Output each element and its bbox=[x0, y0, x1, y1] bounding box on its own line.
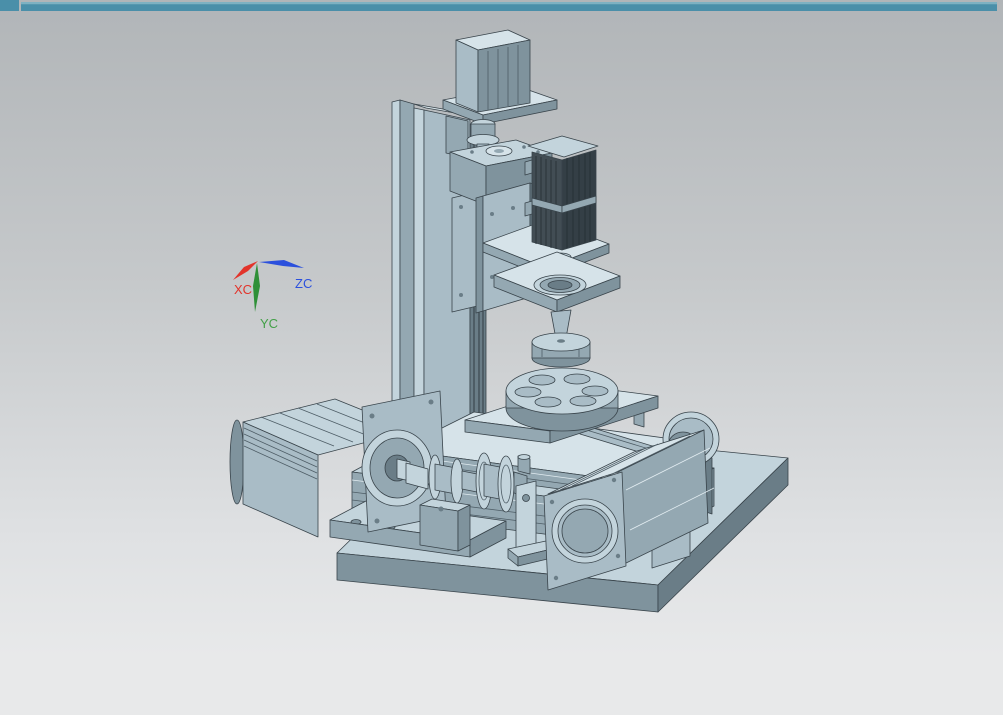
fixture-hole bbox=[534, 396, 562, 408]
fixture-hole bbox=[528, 374, 556, 386]
coupling-disc bbox=[450, 458, 464, 504]
screw-hole bbox=[459, 205, 463, 209]
cad-viewport[interactable]: XC YC ZC bbox=[0, 0, 1003, 715]
motor-side bbox=[477, 39, 531, 113]
bolt-hole bbox=[522, 145, 526, 149]
fixture-hole bbox=[563, 373, 591, 385]
pillow-block-side bbox=[457, 504, 471, 552]
bolt-hole bbox=[490, 212, 494, 216]
face-bolt bbox=[611, 477, 617, 483]
face-bolt bbox=[615, 553, 621, 559]
wheel-hub bbox=[557, 339, 565, 343]
face-bolt bbox=[553, 575, 559, 581]
bolt-hole bbox=[511, 206, 515, 210]
face-bolt bbox=[549, 499, 555, 505]
fixture-hole bbox=[569, 395, 597, 407]
endbell-face bbox=[561, 508, 609, 554]
bolt-hole bbox=[490, 275, 494, 279]
fixture-hole bbox=[581, 385, 609, 397]
bracket-hole bbox=[522, 494, 530, 502]
screw-hole bbox=[459, 293, 463, 297]
bolt-hole bbox=[470, 150, 474, 154]
coupling-disc bbox=[497, 455, 515, 513]
fixture-hole bbox=[514, 386, 542, 398]
stud-top bbox=[517, 454, 531, 460]
motor-ear bbox=[524, 200, 533, 217]
block-hole bbox=[438, 506, 444, 512]
wcs-triad[interactable]: XC YC ZC bbox=[233, 260, 312, 331]
shaft-segment bbox=[461, 470, 478, 493]
motor-endcap bbox=[229, 419, 245, 505]
flange-hole bbox=[428, 399, 434, 405]
x-axis-arrow[interactable] bbox=[233, 261, 258, 280]
x-axis-label: XC bbox=[234, 282, 252, 297]
flange-hole bbox=[369, 413, 375, 419]
cad-application-window: XC YC ZC bbox=[0, 0, 1003, 715]
z-axis-arrow[interactable] bbox=[259, 260, 304, 268]
bracket-edge bbox=[475, 195, 484, 314]
spindle-bearing-bore bbox=[547, 280, 573, 290]
bearing-bore bbox=[494, 149, 504, 153]
y-axis-label: YC bbox=[260, 316, 278, 331]
z-axis-label: ZC bbox=[295, 276, 312, 291]
motor-face bbox=[455, 39, 479, 113]
rotary-table[interactable] bbox=[464, 367, 659, 444]
flange-hole bbox=[374, 518, 380, 524]
motor-ear bbox=[524, 159, 533, 176]
pillow-block-front bbox=[419, 504, 459, 552]
y-axis-arrow[interactable] bbox=[253, 263, 260, 312]
